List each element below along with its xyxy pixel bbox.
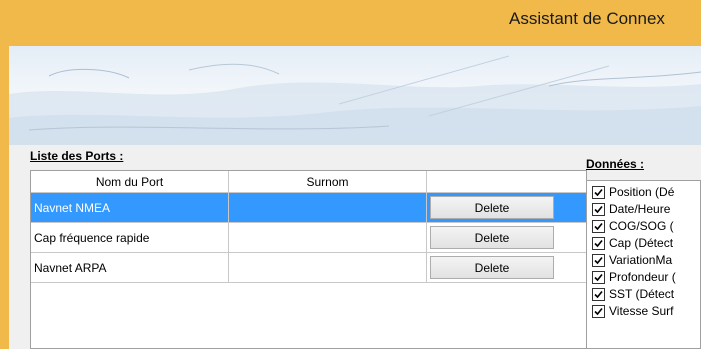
delete-button[interactable]: Delete [430,196,554,219]
ports-section-title: Liste des Ports : [30,149,124,163]
checkbox-checked-icon[interactable] [592,304,605,318]
data-item-position[interactable]: Position (Dé [592,184,674,200]
checkbox-checked-icon[interactable] [592,219,605,233]
port-name-cell[interactable]: Navnet NMEA [31,193,229,222]
checkbox-checked-icon[interactable] [592,236,605,250]
data-item-vitesse-surface[interactable]: Vitesse Surf [592,303,673,319]
checkbox-checked-icon[interactable] [592,202,605,216]
title-bar[interactable]: Assistant de Connex [0,0,701,46]
nautical-chart-graphic [9,55,701,145]
window-title: Assistant de Connex [509,9,665,28]
surnom-cell[interactable] [229,253,427,282]
checkbox-checked-icon[interactable] [592,270,605,284]
data-item-cog-sog[interactable]: COG/SOG ( [592,218,674,234]
data-checklist[interactable]: Position (Dé Date/Heure COG/SOG ( Cap (D… [586,180,701,349]
data-item-label: Profondeur ( [609,270,676,284]
port-name-cell[interactable]: Navnet ARPA [31,253,229,282]
data-item-sst[interactable]: SST (Détect [592,286,674,302]
table-row[interactable]: Navnet NMEA Delete [31,193,586,223]
ports-table[interactable]: Nom du Port Surnom Navnet NMEA Delete Ca… [30,170,587,349]
data-item-label: SST (Détect [609,287,675,301]
data-item-label: Date/Heure [609,202,671,216]
data-item-variation[interactable]: VariationMa [592,252,672,268]
surnom-cell[interactable] [229,223,427,252]
table-header-row: Nom du Port Surnom [31,171,586,193]
nautical-chart-banner [9,46,701,145]
checkbox-checked-icon[interactable] [592,287,605,301]
data-item-label: VariationMa [609,253,673,267]
data-item-label: Cap (Détect [609,236,674,250]
delete-button[interactable]: Delete [430,226,554,249]
data-item-label: Vitesse Surf [609,304,674,318]
table-row[interactable]: Navnet ARPA Delete [31,253,586,283]
connection-assistant-window: Assistant de Connex Liste des Ports : Do… [0,0,701,349]
data-item-label: COG/SOG ( [609,219,674,233]
window-frame-left [0,46,9,349]
checkbox-checked-icon[interactable] [592,185,605,199]
table-row[interactable]: Cap fréquence rapide Delete [31,223,586,253]
data-item-label: Position (Dé [609,185,675,199]
column-header-port-name[interactable]: Nom du Port [31,171,229,192]
column-header-surnom[interactable]: Surnom [229,171,427,192]
surnom-cell[interactable] [229,193,427,222]
data-item-date-heure[interactable]: Date/Heure [592,201,670,217]
main-content: Liste des Ports : Données : Nom du Port … [9,145,701,349]
column-header-actions [427,171,586,192]
checkbox-checked-icon[interactable] [592,253,605,267]
data-item-cap[interactable]: Cap (Détect [592,235,673,251]
data-section-title: Données : [586,157,645,171]
port-name-cell[interactable]: Cap fréquence rapide [31,223,229,252]
data-item-profondeur[interactable]: Profondeur ( [592,269,676,285]
delete-button[interactable]: Delete [430,256,554,279]
